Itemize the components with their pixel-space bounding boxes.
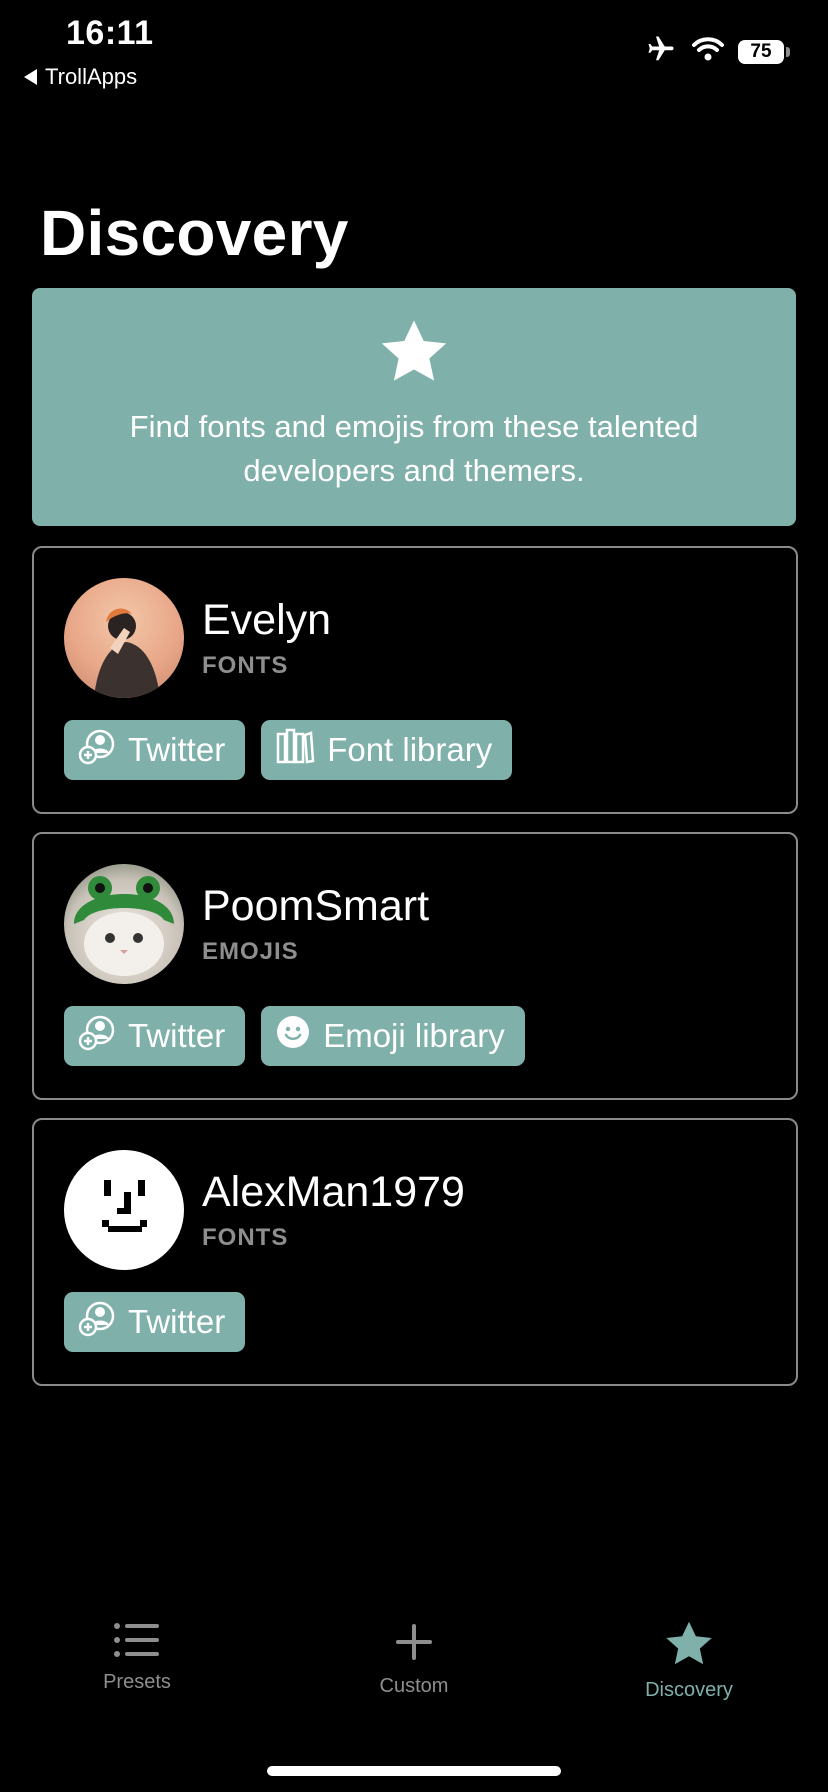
twitter-button-label: Twitter: [128, 1017, 226, 1054]
creator-actions: Twitter Font library: [64, 720, 513, 780]
back-arrow-icon: [24, 69, 37, 85]
font-library-button-label: Font library: [327, 731, 493, 768]
twitter-button[interactable]: Twitter: [64, 1006, 246, 1066]
creator-role: EMOJIS: [202, 938, 299, 965]
user-add-icon: [78, 727, 116, 773]
avatar: [64, 1150, 184, 1270]
tab-presets[interactable]: Presets: [47, 1620, 227, 1694]
twitter-button[interactable]: Twitter: [64, 720, 246, 780]
creator-actions: Twitter Emoji library: [64, 1006, 525, 1066]
back-app-label: TrollApps: [45, 64, 138, 89]
discovery-banner: Find fonts and emojis from these talente…: [32, 288, 796, 526]
plus-icon: [392, 1620, 436, 1669]
creator-name: AlexMan1979: [202, 1168, 465, 1216]
status-icons: 75: [644, 34, 790, 69]
airplane-icon: [644, 34, 678, 69]
twitter-button[interactable]: Twitter: [64, 1292, 246, 1352]
back-to-app-link[interactable]: TrollApps: [24, 64, 137, 90]
star-icon: [378, 318, 450, 391]
tab-custom[interactable]: Custom: [324, 1620, 504, 1698]
avatar: [64, 864, 184, 984]
creator-name: PoomSmart: [202, 882, 430, 930]
home-indicator[interactable]: [267, 1766, 561, 1776]
emoji-library-button[interactable]: Emoji library: [261, 1006, 525, 1066]
creator-card-alexman1979: AlexMan1979 FONTS Twitter: [32, 1118, 798, 1386]
battery-tip: [786, 46, 790, 57]
list-icon: [112, 1620, 162, 1665]
tab-label: Discovery: [645, 1679, 733, 1701]
banner-text: Find fonts and emojis from these talente…: [129, 409, 699, 488]
user-add-icon: [78, 1299, 116, 1345]
creator-card-poomsmart: PoomSmart EMOJIS Twitter Emoji library: [32, 832, 798, 1100]
discovery-screen: 16:11 TrollApps 75 Discovery Find fonts …: [0, 0, 828, 1792]
creator-actions: Twitter: [64, 1292, 246, 1352]
wifi-icon: [692, 36, 724, 67]
emoji-library-button-label: Emoji library: [323, 1017, 505, 1054]
tab-discovery[interactable]: Discovery: [599, 1620, 779, 1702]
tab-label: Custom: [379, 1675, 449, 1697]
twitter-button-label: Twitter: [128, 731, 226, 768]
creator-name: Evelyn: [202, 596, 332, 644]
tab-label: Presets: [103, 1671, 171, 1693]
tab-bar: Presets Custom Discovery: [0, 1620, 828, 1730]
battery-indicator: 75: [738, 39, 790, 64]
twitter-button-label: Twitter: [128, 1303, 226, 1340]
battery-icon: 75: [738, 39, 784, 64]
status-time: 16:11: [66, 14, 154, 52]
creator-role: FONTS: [202, 1224, 289, 1251]
creator-card-evelyn: Evelyn FONTS Twitter Font library: [32, 546, 798, 814]
creator-role: FONTS: [202, 652, 289, 679]
star-icon: [664, 1620, 714, 1673]
user-add-icon: [78, 1013, 116, 1059]
avatar: [64, 578, 184, 698]
books-icon: [275, 728, 315, 772]
smiley-icon: [275, 1014, 311, 1058]
page-title: Discovery: [40, 197, 349, 269]
font-library-button[interactable]: Font library: [261, 720, 513, 780]
